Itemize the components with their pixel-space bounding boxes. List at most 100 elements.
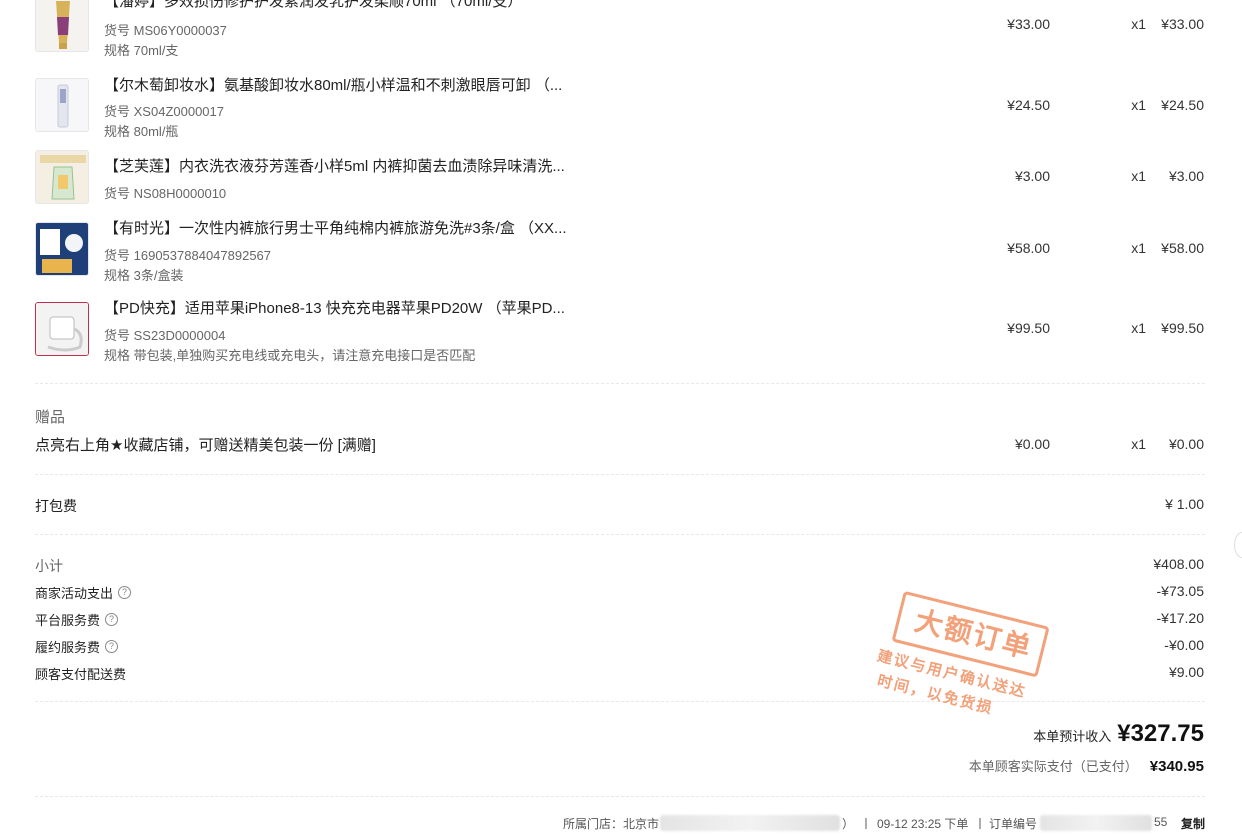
merchant-expense-label: 商家活动支出? xyxy=(35,583,132,602)
quantity: x1 xyxy=(1131,97,1146,113)
order-number-tail: 55 xyxy=(1154,815,1168,829)
subtotal-label-text: 小计 xyxy=(35,558,63,574)
order-item: 【芝芙莲】内衣洗衣液芬芳莲香小样5ml 内裤抑菌去血渍除异味清洗... 货号 N… xyxy=(0,146,1242,218)
spec-label: 规格 xyxy=(104,268,131,283)
order-item: 【有时光】一次性内裤旅行男士平角纯棉内裤旅游免洗#3条/盒 （XX... 货号 … xyxy=(0,214,1242,286)
sku-label: 货号 xyxy=(104,104,131,119)
product-spec: 规格 3条/盒装 xyxy=(104,265,183,284)
order-footer: 所属门店：北京市 ） 丨 09-12 23:25 下单 丨 订单编号 55 复制 xyxy=(0,812,1242,836)
estimated-income-label: 本单预计收入 xyxy=(1033,729,1112,744)
sku-value: MS06Y0000037 xyxy=(133,23,227,38)
spec-value: 80ml/瓶 xyxy=(133,124,179,139)
gift-total: ¥0.00 xyxy=(1168,436,1204,452)
quantity: x1 xyxy=(1131,320,1146,336)
product-spec: 规格 70ml/支 xyxy=(104,40,178,59)
delivery-fee-label: 顾客支付配送费 xyxy=(35,664,126,683)
spec-label: 规格 xyxy=(104,43,131,58)
delivery-fee-text: 顾客支付配送费 xyxy=(35,667,127,682)
sku-label: 货号 xyxy=(104,23,131,38)
fulfillment-fee-text: 履约服务费 xyxy=(35,640,101,655)
spec-value: 70ml/支 xyxy=(133,43,179,58)
quantity: x1 xyxy=(1131,168,1146,184)
help-icon[interactable]: ? xyxy=(118,586,132,599)
copy-button[interactable]: 复制 xyxy=(1181,815,1205,832)
subtotal-label: 小计 xyxy=(35,556,63,576)
help-icon[interactable]: ? xyxy=(105,640,119,653)
product-thumbnail[interactable] xyxy=(35,78,89,132)
unit-price: ¥3.00 xyxy=(1014,168,1050,184)
packing-fee-value: ¥ 1.00 xyxy=(1165,496,1204,512)
estimated-income: 本单预计收入 ¥327.75 xyxy=(1033,720,1204,748)
product-spec: 规格 带包装,单独购买充电线或充电头，请注意充电接口是否匹配 xyxy=(104,345,475,364)
conditioner-bottle-icon xyxy=(36,0,88,51)
gift-price: ¥0.00 xyxy=(1014,436,1050,452)
scroll-handle[interactable] xyxy=(1234,532,1242,558)
sku-value: SS23D0000004 xyxy=(133,328,226,343)
product-title[interactable]: 【尔木萄卸妆水】氨基酸卸妆水80ml/瓶小样温和不刺激眼唇可卸 （... xyxy=(104,74,562,95)
sku-label: 货号 xyxy=(104,186,131,201)
line-total: ¥3.00 xyxy=(1168,168,1204,184)
section-divider xyxy=(35,474,1205,475)
unit-price: ¥24.50 xyxy=(1007,97,1050,113)
underwear-box-icon xyxy=(36,223,88,275)
order-item: 【潘婷】多效损伤修护护发素润发乳护发柔顺70ml （70ml/支） 货号 MS0… xyxy=(0,0,1242,64)
gift-description: 点亮右上角★收藏店铺，可赠送精美包装一份 [满赠] xyxy=(35,437,376,454)
platform-fee-value: -¥17.20 xyxy=(1156,610,1204,626)
product-spec: 规格 80ml/瓶 xyxy=(104,121,178,140)
customer-paid-label: 本单顾客实际支付（已支付） xyxy=(968,759,1138,774)
product-title[interactable]: 【PD快充】适用苹果iPhone8-13 快充充电器苹果PD20W （苹果PD.… xyxy=(104,297,565,318)
help-icon[interactable]: ? xyxy=(105,613,119,626)
delivery-fee-value: ¥9.00 xyxy=(1168,664,1204,680)
product-thumbnail[interactable] xyxy=(35,302,89,356)
line-total: ¥99.50 xyxy=(1161,320,1204,336)
order-number-label: 订单编号 xyxy=(989,817,1038,831)
sku-value: XS04Z0000017 xyxy=(133,104,224,119)
section-divider xyxy=(35,534,1205,535)
fulfillment-fee-value: -¥0.00 xyxy=(1164,637,1204,653)
product-title[interactable]: 【芝芙莲】内衣洗衣液芬芳莲香小样5ml 内裤抑菌去血渍除异味清洗... xyxy=(104,155,565,176)
product-sku: 货号 XS04Z0000017 xyxy=(104,101,224,120)
section-divider xyxy=(35,796,1205,797)
product-thumbnail[interactable] xyxy=(35,0,89,52)
platform-fee-text: 平台服务费 xyxy=(35,613,101,628)
product-sku: 货号 MS06Y0000037 xyxy=(104,20,227,39)
line-total: ¥58.00 xyxy=(1161,240,1204,256)
redacted-store xyxy=(660,815,840,831)
large-order-stamp: 大额订单 建议与用户确认送达 时间，以免货损 xyxy=(865,583,1051,746)
separator: 丨 xyxy=(860,817,873,831)
store-suffix: ） xyxy=(842,817,855,831)
merchant-expense-value: -¥73.05 xyxy=(1156,583,1204,599)
sku-label: 货号 xyxy=(104,328,131,343)
section-divider xyxy=(35,383,1205,384)
detergent-bottle-icon xyxy=(36,151,88,203)
order-item: 【PD快充】适用苹果iPhone8-13 快充充电器苹果PD20W （苹果PD.… xyxy=(0,294,1242,366)
subtotal-value: ¥408.00 xyxy=(1153,556,1204,572)
quantity: x1 xyxy=(1131,240,1146,256)
product-title[interactable]: 【有时光】一次性内裤旅行男士平角纯棉内裤旅游免洗#3条/盒 （XX... xyxy=(104,217,567,238)
separator: 丨 xyxy=(974,817,987,831)
product-thumbnail[interactable] xyxy=(35,222,89,276)
order-time: 09-12 23:25 下单 xyxy=(877,817,969,831)
product-sku: 货号 1690537884047892567 xyxy=(104,245,271,264)
spec-value: 3条/盒装 xyxy=(133,268,184,283)
order-item: 【尔木萄卸妆水】氨基酸卸妆水80ml/瓶小样温和不刺激眼唇可卸 （... 货号 … xyxy=(0,72,1242,144)
unit-price: ¥33.00 xyxy=(1007,16,1050,32)
product-sku: 货号 SS23D0000004 xyxy=(104,325,225,344)
spec-value: 带包装,单独购买充电线或充电头，请注意充电接口是否匹配 xyxy=(133,348,476,363)
makeup-remover-bottle-icon xyxy=(36,79,88,131)
sku-value: 1690537884047892567 xyxy=(133,248,272,263)
sku-label: 货号 xyxy=(104,248,131,263)
product-title[interactable]: 【潘婷】多效损伤修护护发素润发乳护发柔顺70ml （70ml/支） xyxy=(104,0,522,11)
product-sku: 货号 NS08H0000010 xyxy=(104,183,226,202)
unit-price: ¥58.00 xyxy=(1007,240,1050,256)
customer-paid: 本单顾客实际支付（已支付） ¥340.95 xyxy=(969,756,1204,775)
line-total: ¥33.00 xyxy=(1161,16,1204,32)
unit-price: ¥99.50 xyxy=(1007,320,1050,336)
packing-fee-label: 打包费 xyxy=(35,498,77,514)
platform-fee-label: 平台服务费? xyxy=(35,610,119,629)
spec-label: 规格 xyxy=(104,348,131,363)
quantity: x1 xyxy=(1131,16,1146,32)
gift-quantity: x1 xyxy=(1131,436,1146,452)
estimated-income-value: ¥327.75 xyxy=(1117,720,1204,747)
product-thumbnail[interactable] xyxy=(35,150,89,204)
